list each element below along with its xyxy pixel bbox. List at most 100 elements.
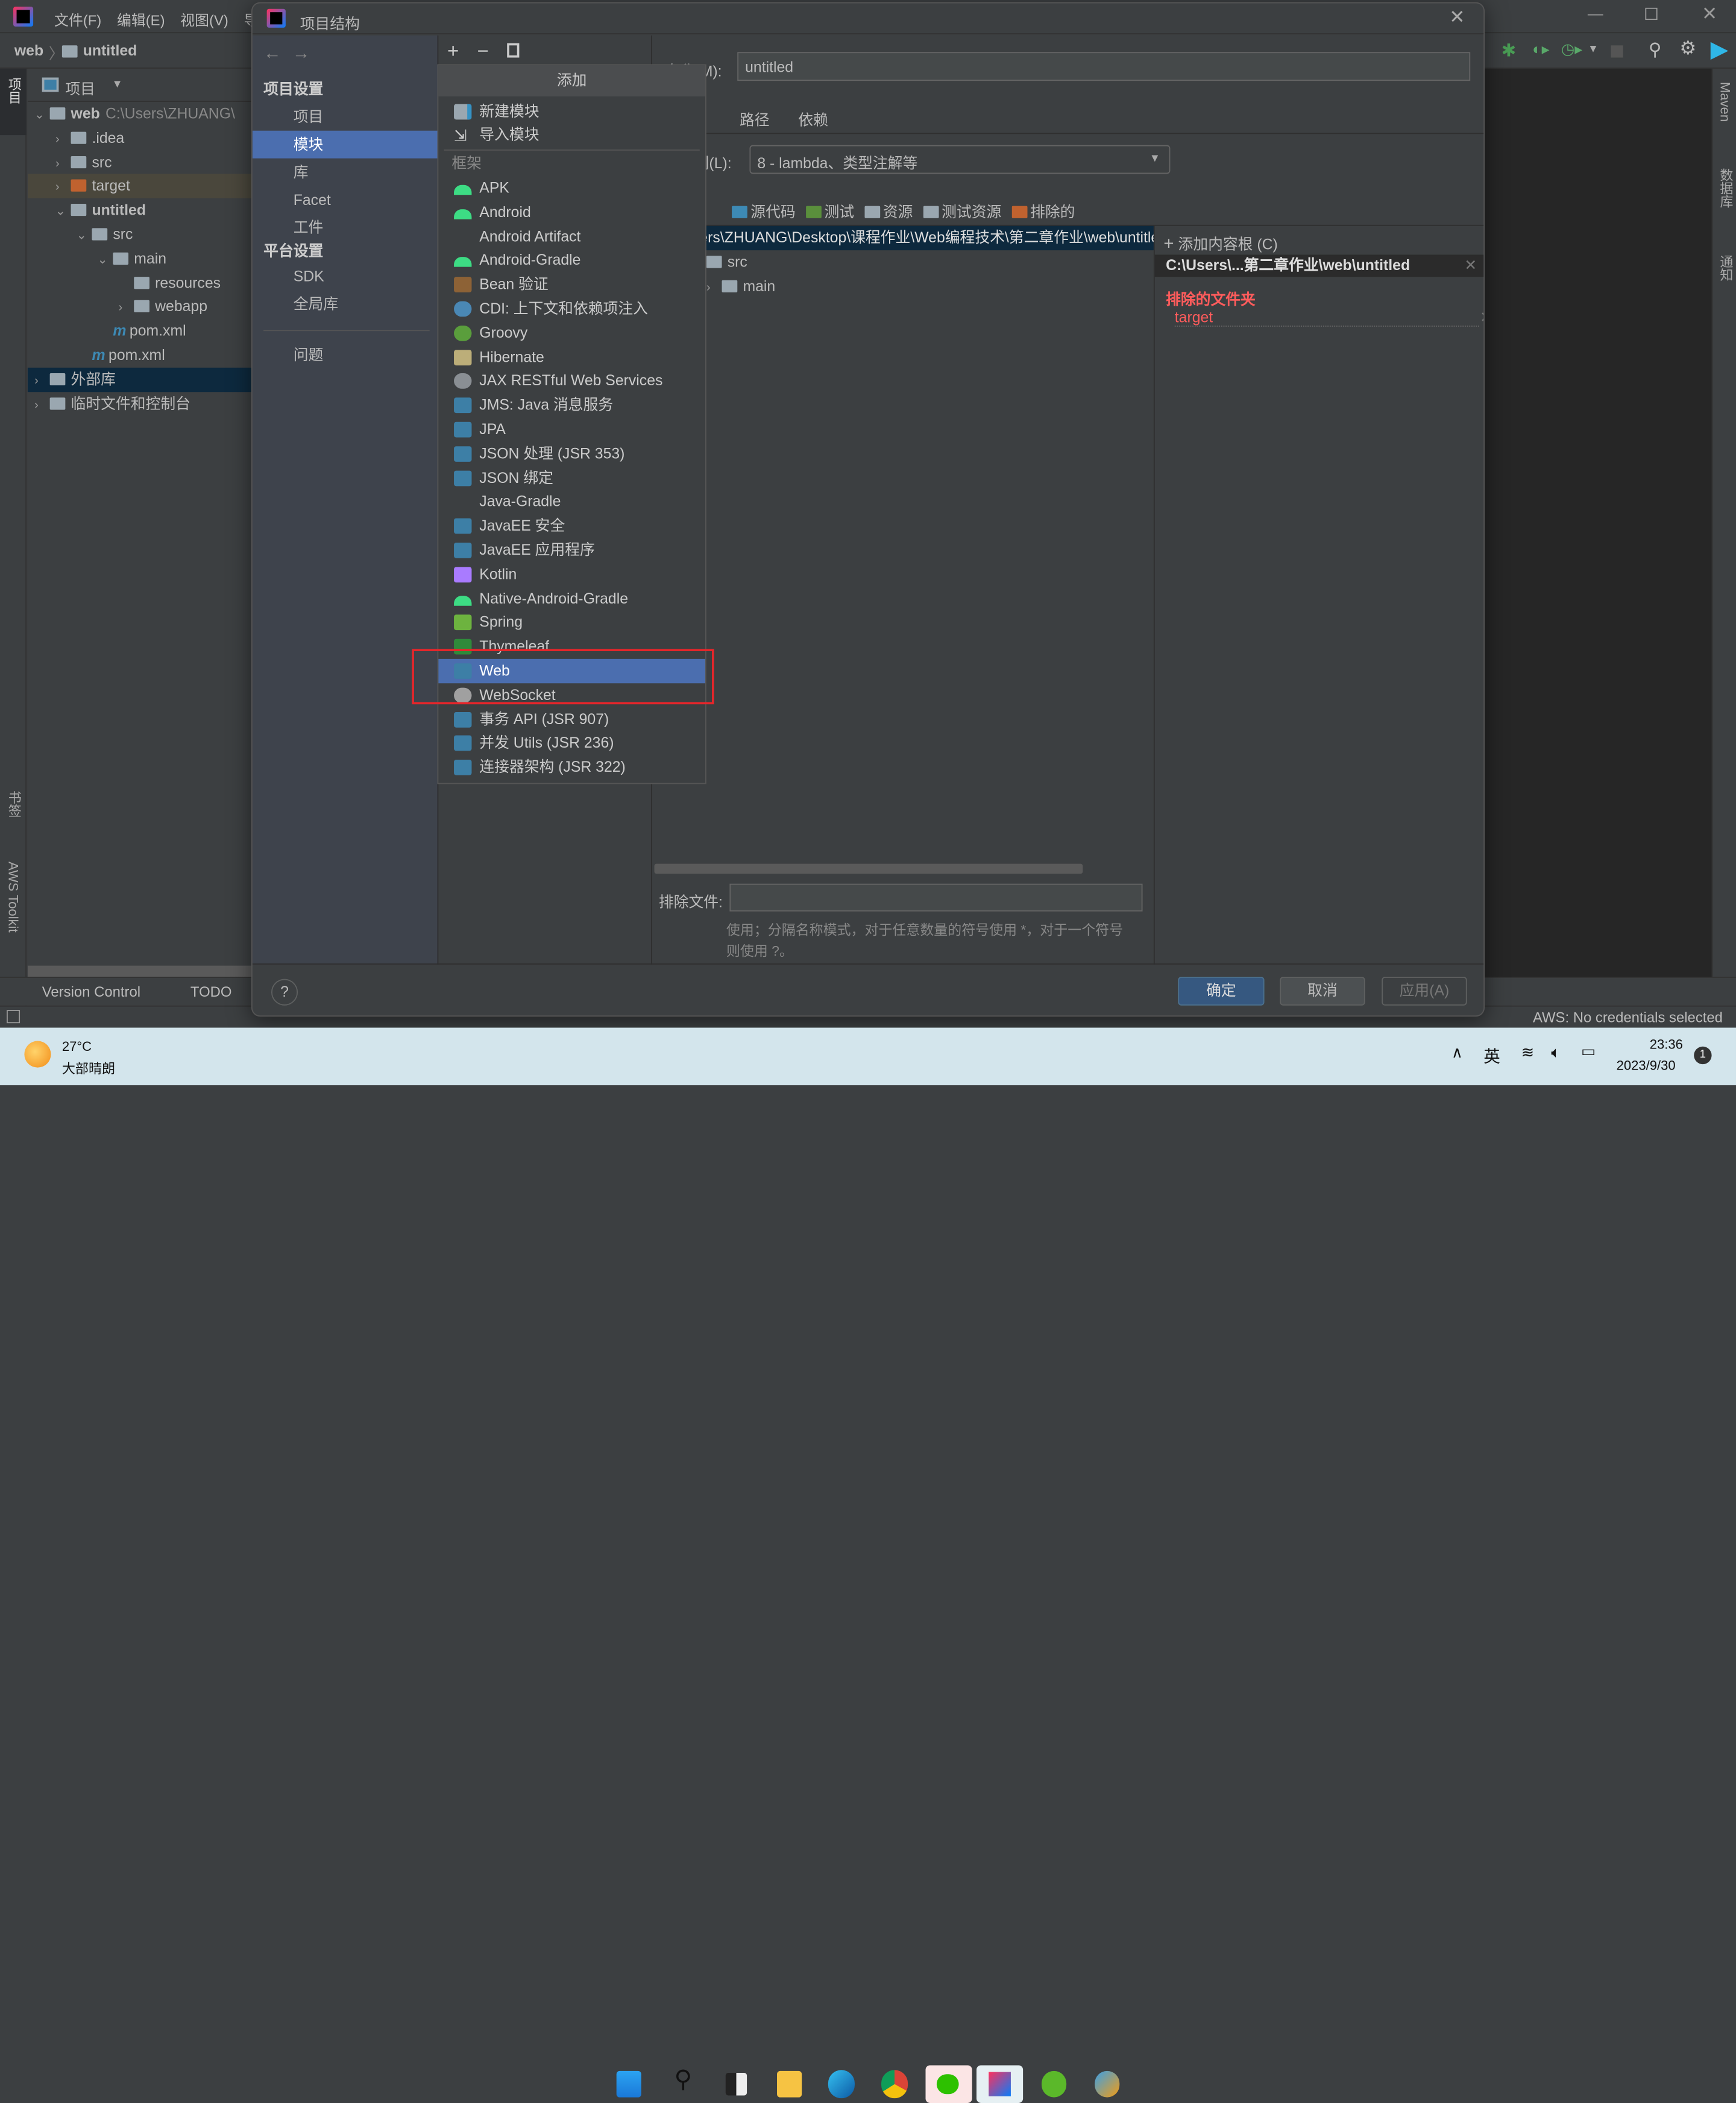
- cancel-button[interactable]: 取消: [1280, 976, 1365, 1006]
- nav-item[interactable]: 全局库: [294, 292, 338, 317]
- tree-item[interactable]: m pom.xml: [28, 319, 251, 343]
- tool-window-maven[interactable]: Maven: [1717, 82, 1733, 122]
- language-level-select[interactable]: 8 - lambda、类型注解等 ▼: [749, 145, 1171, 174]
- tree-item-src[interactable]: src: [706, 250, 747, 274]
- chevron-right-icon[interactable]: ›: [55, 175, 71, 199]
- intellij-taskbar-icon[interactable]: [976, 2065, 1024, 2103]
- clock-time[interactable]: 23:36: [1650, 1036, 1683, 1052]
- chrome-icon[interactable]: [881, 2070, 908, 2099]
- nav-item[interactable]: Facet: [253, 186, 438, 214]
- menu-item-android[interactable]: Android-Gradle: [438, 248, 705, 273]
- start-icon[interactable]: [616, 2070, 641, 2098]
- menu-item-none[interactable]: Android Artifact: [438, 224, 705, 248]
- tree-item[interactable]: ⌄ main: [28, 247, 251, 271]
- weather-temp[interactable]: 27°C: [62, 1039, 92, 1055]
- chevron-right-icon[interactable]: ›: [55, 127, 71, 151]
- back-button[interactable]: ←: [263, 44, 281, 64]
- menu-item[interactable]: 视图(V): [180, 9, 228, 30]
- mark-as-button[interactable]: 测试: [805, 200, 854, 222]
- tree-item[interactable]: ⌄ src: [28, 222, 251, 247]
- breadcrumb-root[interactable]: web: [14, 42, 43, 59]
- tree-item[interactable]: resources: [28, 271, 251, 295]
- exclude-files-input[interactable]: [729, 883, 1143, 912]
- menu-item-kotlin[interactable]: Kotlin: [438, 563, 705, 587]
- menu-item-import-module[interactable]: ⇲ 导入模块: [438, 123, 705, 147]
- restore-button[interactable]: [1645, 7, 1658, 20]
- mark-as-button[interactable]: 排除的: [1011, 200, 1075, 222]
- horizontal-scrollbar[interactable]: [654, 863, 1083, 874]
- menu-item-javaee[interactable]: JPA: [438, 417, 705, 441]
- menu-item-groovy[interactable]: Groovy: [438, 321, 705, 345]
- content-root-entry[interactable]: C:\Users\...第二章作业\web\untitled ✕: [1154, 254, 1484, 277]
- apply-button[interactable]: 应用(A): [1382, 976, 1467, 1006]
- menu-item-android[interactable]: Native-Android-Gradle: [438, 587, 705, 611]
- help-button[interactable]: ?: [271, 979, 298, 1006]
- add-button[interactable]: +: [447, 40, 459, 63]
- project-view-title[interactable]: 项目: [65, 77, 95, 99]
- menu-item-javaee[interactable]: JavaEE 安全: [438, 514, 705, 538]
- tree-item[interactable]: › 临时文件和控制台: [28, 391, 251, 415]
- menu-item[interactable]: 文件(F): [54, 9, 101, 30]
- tree-item[interactable]: › .idea: [28, 126, 251, 150]
- menu-item-globe[interactable]: JAX RESTful Web Services: [438, 369, 705, 393]
- mark-as-button[interactable]: 资源: [864, 200, 913, 222]
- weather-desc[interactable]: 大部晴朗: [62, 1059, 115, 1077]
- menu-item-spring[interactable]: Spring: [438, 611, 705, 635]
- minimize-button[interactable]: —: [1588, 4, 1603, 22]
- menu-item-none[interactable]: Java-Gradle: [438, 490, 705, 514]
- tree-item[interactable]: › 外部库: [27, 367, 251, 392]
- tree-item[interactable]: m pom.xml: [28, 343, 251, 367]
- tab-dependencies[interactable]: 依赖: [798, 107, 828, 130]
- tool-window-aws[interactable]: AWS Toolkit: [5, 862, 21, 933]
- gear-icon[interactable]: ⚙: [1679, 37, 1696, 60]
- tool-window-bookmarks[interactable]: 书签: [5, 790, 24, 817]
- copy-button[interactable]: [507, 43, 520, 58]
- volume-icon[interactable]: 🔈︎: [1551, 1043, 1560, 1062]
- search-icon[interactable]: ⚲: [1649, 39, 1662, 61]
- forward-button[interactable]: →: [292, 44, 310, 64]
- chevron-right-icon[interactable]: ›: [34, 368, 50, 392]
- paint-icon[interactable]: [1095, 2070, 1120, 2098]
- chevron-right-icon[interactable]: ›: [34, 393, 50, 416]
- remove-button[interactable]: −: [477, 40, 489, 63]
- tree-item-main[interactable]: › main: [706, 275, 775, 299]
- code-with-me-icon[interactable]: [1710, 42, 1729, 60]
- nav-item-problems[interactable]: 问题: [294, 343, 324, 367]
- notification-badge[interactable]: 1: [1694, 1046, 1712, 1065]
- chevron-down-icon[interactable]: ⌄: [34, 103, 50, 127]
- close-window-button[interactable]: ✕: [1702, 4, 1717, 26]
- add-content-root-button[interactable]: + 添加内容根 (C): [1163, 232, 1277, 255]
- chevron-down-icon[interactable]: ▼: [112, 78, 123, 90]
- chevron-down-icon[interactable]: ⌄: [98, 248, 113, 271]
- tree-item[interactable]: ⌄ web C:\Users\ZHUANG\: [28, 102, 251, 126]
- version-control-tab[interactable]: Version Control: [42, 983, 140, 1000]
- tool-window-database[interactable]: 数据库: [1717, 168, 1736, 208]
- chevron-right-icon[interactable]: ›: [55, 151, 71, 175]
- remove-excluded-icon[interactable]: ✕: [1480, 309, 1483, 326]
- file-explorer-icon[interactable]: [777, 2070, 802, 2098]
- menu-item[interactable]: 编辑(E): [117, 9, 165, 30]
- todo-tab[interactable]: TODO: [190, 983, 232, 1000]
- ok-button[interactable]: 确定: [1178, 976, 1265, 1006]
- menu-item-cdi[interactable]: CDI: 上下文和依赖项注入: [438, 297, 705, 321]
- battery-icon[interactable]: ▭: [1581, 1042, 1596, 1061]
- menu-item-javaee[interactable]: 连接器架构 (JSR 322): [438, 755, 705, 780]
- content-root-row[interactable]: C:\Users\ZHUANG\Desktop\课程作业\Web编程技术\第二章…: [653, 225, 1154, 251]
- menu-item-android[interactable]: Android: [438, 200, 705, 224]
- menu-item-javaee[interactable]: 事务 API (JSR 907): [438, 707, 705, 731]
- weather-icon[interactable]: [24, 1041, 51, 1068]
- tray-overflow-icon[interactable]: ∧: [1451, 1043, 1463, 1062]
- nav-item[interactable]: 项目: [253, 103, 438, 131]
- app-icon[interactable]: [1041, 2070, 1067, 2098]
- aws-status[interactable]: AWS: No credentials selected: [1533, 1009, 1723, 1026]
- tree-item[interactable]: ⌄ untitled: [28, 198, 251, 222]
- ime-indicator[interactable]: 英: [1483, 1044, 1500, 1068]
- stop-icon[interactable]: [1611, 45, 1623, 58]
- debug-icon[interactable]: ✱: [1502, 40, 1517, 62]
- menu-item-javaee[interactable]: JMS: Java 消息服务: [438, 393, 705, 417]
- chevron-right-icon[interactable]: ›: [119, 296, 134, 320]
- mark-as-button[interactable]: 测试资源: [922, 200, 1001, 222]
- tool-window-notifications[interactable]: 通知: [1717, 254, 1736, 281]
- menu-item-javaee[interactable]: 并发 Utils (JSR 236): [438, 731, 705, 755]
- nav-item[interactable]: 库: [253, 159, 438, 186]
